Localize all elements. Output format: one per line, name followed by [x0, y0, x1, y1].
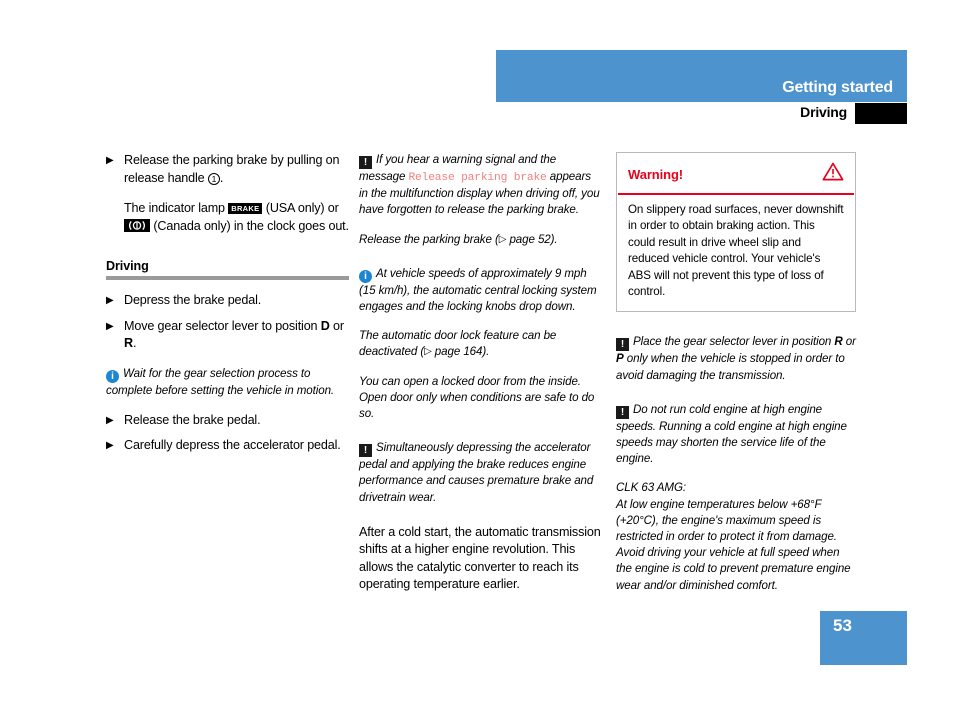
warning-box: Warning! On slippery road surfaces, neve…	[616, 152, 856, 313]
callout-number-icon: 1	[207, 172, 220, 185]
info-note: i At vehicle speeds of approximately 9 mp…	[359, 266, 597, 314]
info-icon: i	[359, 269, 372, 283]
list-item: ▶ Carefully depress the accelerator peda…	[106, 437, 349, 455]
warning-note: ! Do not run cold engine at high engine s…	[616, 402, 847, 466]
warning-box-header: Warning!	[617, 153, 855, 193]
warning-note: ! If you hear a warning signal and the me…	[359, 153, 600, 217]
warning-exclamation-icon: !	[359, 444, 372, 458]
brake-lamp-canada-icon	[124, 218, 150, 232]
brake-lamp-usa-icon: BRAKE	[228, 203, 263, 214]
warning-exclamation-icon: !	[616, 405, 629, 419]
list-item: ▶ Move gear selector lever to position D…	[106, 318, 349, 353]
page-number-box: 53	[820, 611, 907, 665]
page-title: Getting started	[782, 79, 893, 96]
list-item: ▶ Depress the brake pedal.	[106, 292, 349, 310]
indicator-lamp-paragraph: The indicator lamp BRAKE (USA only) or (…	[124, 201, 349, 233]
list-item-label: Carefully depress the accelerator pedal.	[124, 438, 341, 453]
middle-column: ! If you hear a warning signal and the me…	[359, 152, 602, 594]
section-heading: Driving	[106, 259, 149, 273]
warning-box-title: Warning!	[628, 166, 684, 182]
bullet-triangle-icon: ▶	[106, 155, 114, 166]
warning-note: ! Place the gear selector lever in positi…	[616, 335, 856, 382]
door-lock-note: You can open a locked door from the insi…	[359, 374, 595, 421]
section-label: Driving	[800, 104, 847, 120]
list-item: ▶ Release the parking brake by pulling o…	[106, 152, 349, 187]
bullet-triangle-icon: ▶	[106, 320, 114, 332]
subheader: Driving	[496, 103, 907, 124]
info-icon: i	[106, 369, 119, 383]
page-number: 53	[833, 616, 852, 635]
cold-start-paragraph: After a cold start, the automatic transm…	[359, 524, 601, 592]
cross-reference-icon: ▷	[424, 346, 432, 358]
warning-note: ! Simultaneously depressing the accelerat…	[359, 441, 594, 504]
display-message-text: Release parking brake	[408, 172, 547, 184]
warning-box-body: On slippery road surfaces, never downshi…	[628, 203, 844, 299]
left-column: ▶ Release the parking brake by pulling o…	[106, 152, 349, 455]
section-divider	[106, 276, 349, 280]
bullet-triangle-icon: ▶	[106, 414, 114, 426]
amg-note-body: At low engine temperatures below +68°F (…	[616, 497, 851, 592]
list-item: ▶ Release the brake pedal.	[106, 412, 349, 430]
warning-exclamation-icon: !	[359, 156, 372, 169]
list-item-label: Release the parking brake by pulling on …	[124, 153, 340, 185]
bullet-triangle-icon: ▶	[106, 440, 114, 452]
bullet-triangle-icon: ▶	[106, 295, 114, 306]
warning-triangle-icon	[822, 162, 844, 186]
cross-reference: The automatic door lock feature can be d…	[359, 329, 557, 359]
cross-reference: Release the parking brake (▷ page 52).	[359, 232, 558, 246]
amg-note-heading: CLK 63 AMG:	[616, 481, 686, 495]
right-column: Warning! On slippery road surfaces, neve…	[616, 152, 856, 594]
info-note: i Wait for the gear selection process to …	[106, 366, 335, 397]
list-item-label: Depress the brake pedal.	[124, 293, 262, 307]
section-tab-marker	[855, 103, 907, 124]
list-item-label: Move gear selector lever to position D o…	[124, 318, 344, 351]
warning-exclamation-icon: !	[616, 338, 629, 352]
list-item-label: Release the brake pedal.	[124, 412, 261, 427]
page-header-bar: Getting started	[496, 50, 907, 102]
